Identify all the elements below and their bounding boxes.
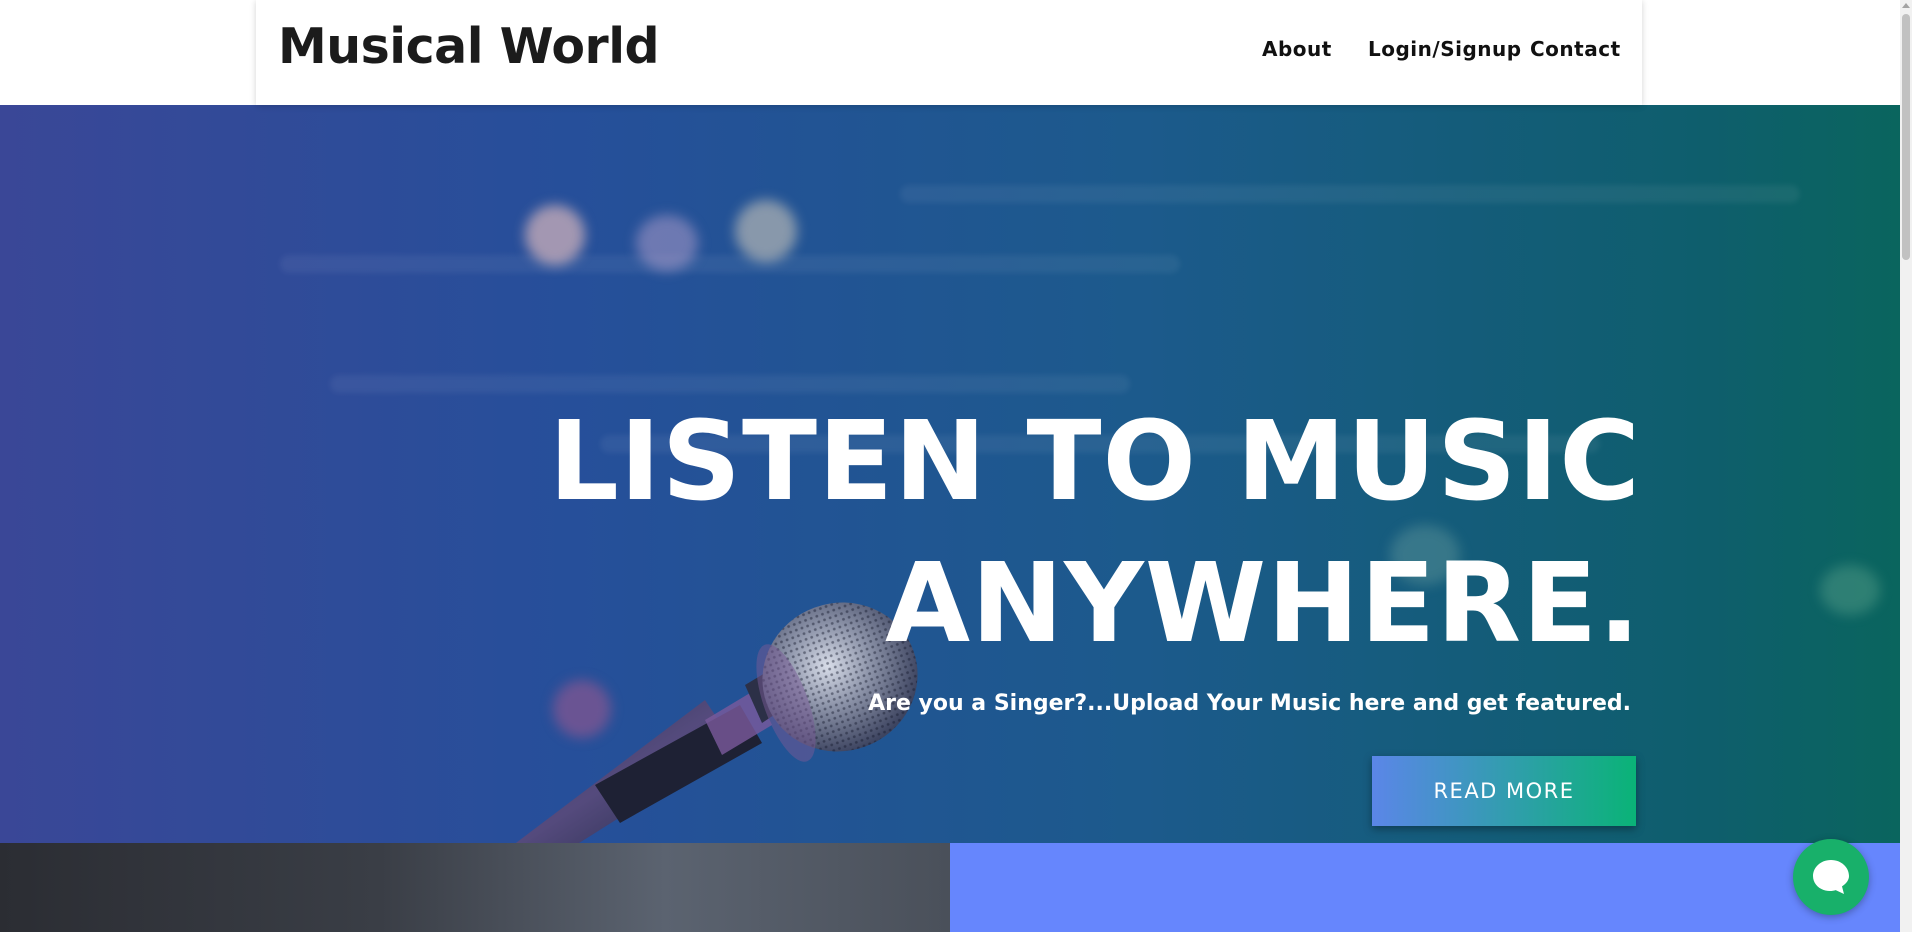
chat-widget-button[interactable] (1793, 839, 1869, 915)
hero-title-line2: ANYWHERE. (884, 539, 1641, 667)
hero-banner: LISTEN TO MUSIC ANYWHERE. Are you a Sing… (0, 105, 1900, 843)
scrollbar-thumb[interactable] (1902, 14, 1910, 260)
read-more-button[interactable]: READ MORE (1372, 756, 1636, 826)
nav-contact[interactable]: Contact (1530, 37, 1621, 61)
section-blue-panel (950, 843, 1900, 932)
bokeh-light (1820, 565, 1880, 615)
page-scrollbar[interactable] (1900, 0, 1912, 932)
bokeh-light (735, 200, 797, 262)
nav-about[interactable]: About (1262, 37, 1332, 61)
scroll-up-arrow-icon[interactable] (1902, 3, 1910, 8)
hero-title: LISTEN TO MUSIC ANYWHERE. (549, 390, 1641, 674)
bokeh-light (525, 205, 585, 265)
site-header: Musical World About Login/Signup Contact (256, 0, 1642, 105)
bokeh-streak (900, 185, 1800, 203)
brand-logo[interactable]: Musical World (278, 18, 660, 75)
bokeh-light (636, 215, 698, 271)
bokeh-streak (280, 255, 1180, 273)
nav-login-signup[interactable]: Login/Signup (1368, 37, 1522, 61)
section-image-panel (0, 843, 950, 932)
hero-title-line1: LISTEN TO MUSIC (548, 397, 1641, 525)
hero-subtitle: Are you a Singer?...Upload Your Music he… (868, 691, 1631, 716)
chat-bubble-icon (1813, 860, 1849, 894)
